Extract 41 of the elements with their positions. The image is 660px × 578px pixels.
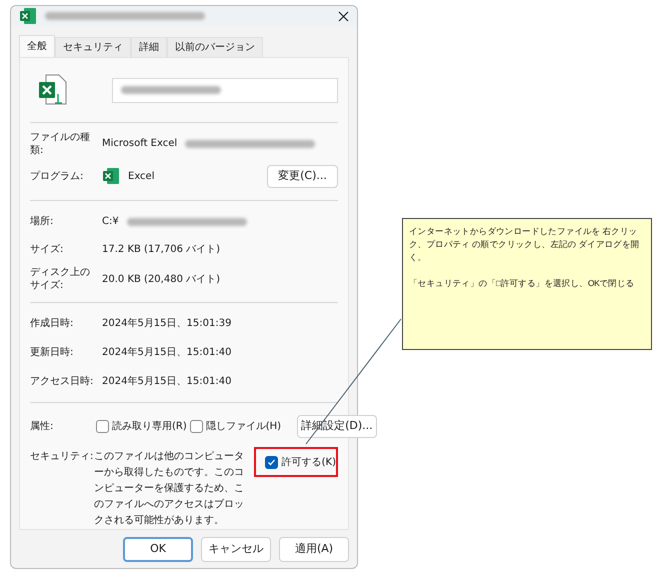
tab[interactable]: 以前のバージョン [167, 37, 263, 58]
field-label: サイズ: [30, 242, 64, 256]
field-label: セキュリティ: [30, 450, 94, 464]
excel-icon [19, 7, 37, 26]
field-value: 2024年5月15日、15:01:40 [102, 375, 232, 390]
checkbox-label[interactable]: 隠しファイル(H) [206, 418, 282, 434]
field-label: プログラム: [30, 170, 84, 183]
field-label: 属性: [30, 420, 54, 433]
file-name-field[interactable] [112, 78, 338, 103]
checkbox[interactable] [264, 456, 278, 469]
check-icon [266, 458, 276, 467]
field-value: Excel [128, 170, 154, 184]
tab[interactable]: 全般 [19, 35, 55, 58]
security-text: このファイルは他のコンピューターから取得したものです。このコンピューターを保護するため、このファイルへのアクセスはブロックされる可能性があります。 [94, 450, 245, 528]
callout-text: 「セキュリティ」の「□許可する」を選択し、OKで閉じる [409, 277, 636, 290]
field-value: C:¥ [102, 215, 119, 230]
dialog-button[interactable]: OK [123, 536, 193, 562]
close-icon[interactable] [338, 10, 349, 22]
tab[interactable]: セキュリティ [55, 37, 131, 58]
field-value: 2024年5月15日、15:01:39 [102, 317, 232, 332]
checkbox[interactable] [190, 420, 203, 433]
field-value: 17.2 KB (17,706 バイト) [102, 242, 220, 257]
field-label: 更新日時: [30, 346, 74, 360]
excel-file-icon [38, 74, 68, 106]
checkbox[interactable] [96, 420, 109, 433]
field-value: Microsoft Excel [102, 137, 178, 152]
checkbox-label[interactable]: 読み取り専用(R) [112, 418, 187, 434]
field-label: アクセス日時: [30, 375, 94, 388]
field-label: ディスク上のサイズ: [30, 266, 91, 292]
field-label: ファイルの種類: [30, 130, 91, 157]
field-label: 作成日時: [30, 317, 74, 330]
excel-icon [102, 167, 120, 186]
dialog-button[interactable]: 適用(A) [279, 536, 349, 562]
dialog-button[interactable]: 変更(C)... [267, 164, 338, 188]
field-label: 場所: [30, 215, 54, 228]
field-value: 2024年5月15日、15:01:40 [102, 346, 232, 360]
field-value: 20.0 KB (20,480 バイト) [102, 272, 220, 287]
tab[interactable]: 詳細 [131, 37, 167, 58]
callout-text: インターネットからダウンロードしたファイルを 右クリック、プロパティ の順でクリックし、左記の ダイアログを開く。 [409, 225, 640, 264]
checkbox-label[interactable]: 許可する(K) [282, 454, 336, 470]
dialog-button[interactable]: キャンセル [201, 536, 271, 562]
